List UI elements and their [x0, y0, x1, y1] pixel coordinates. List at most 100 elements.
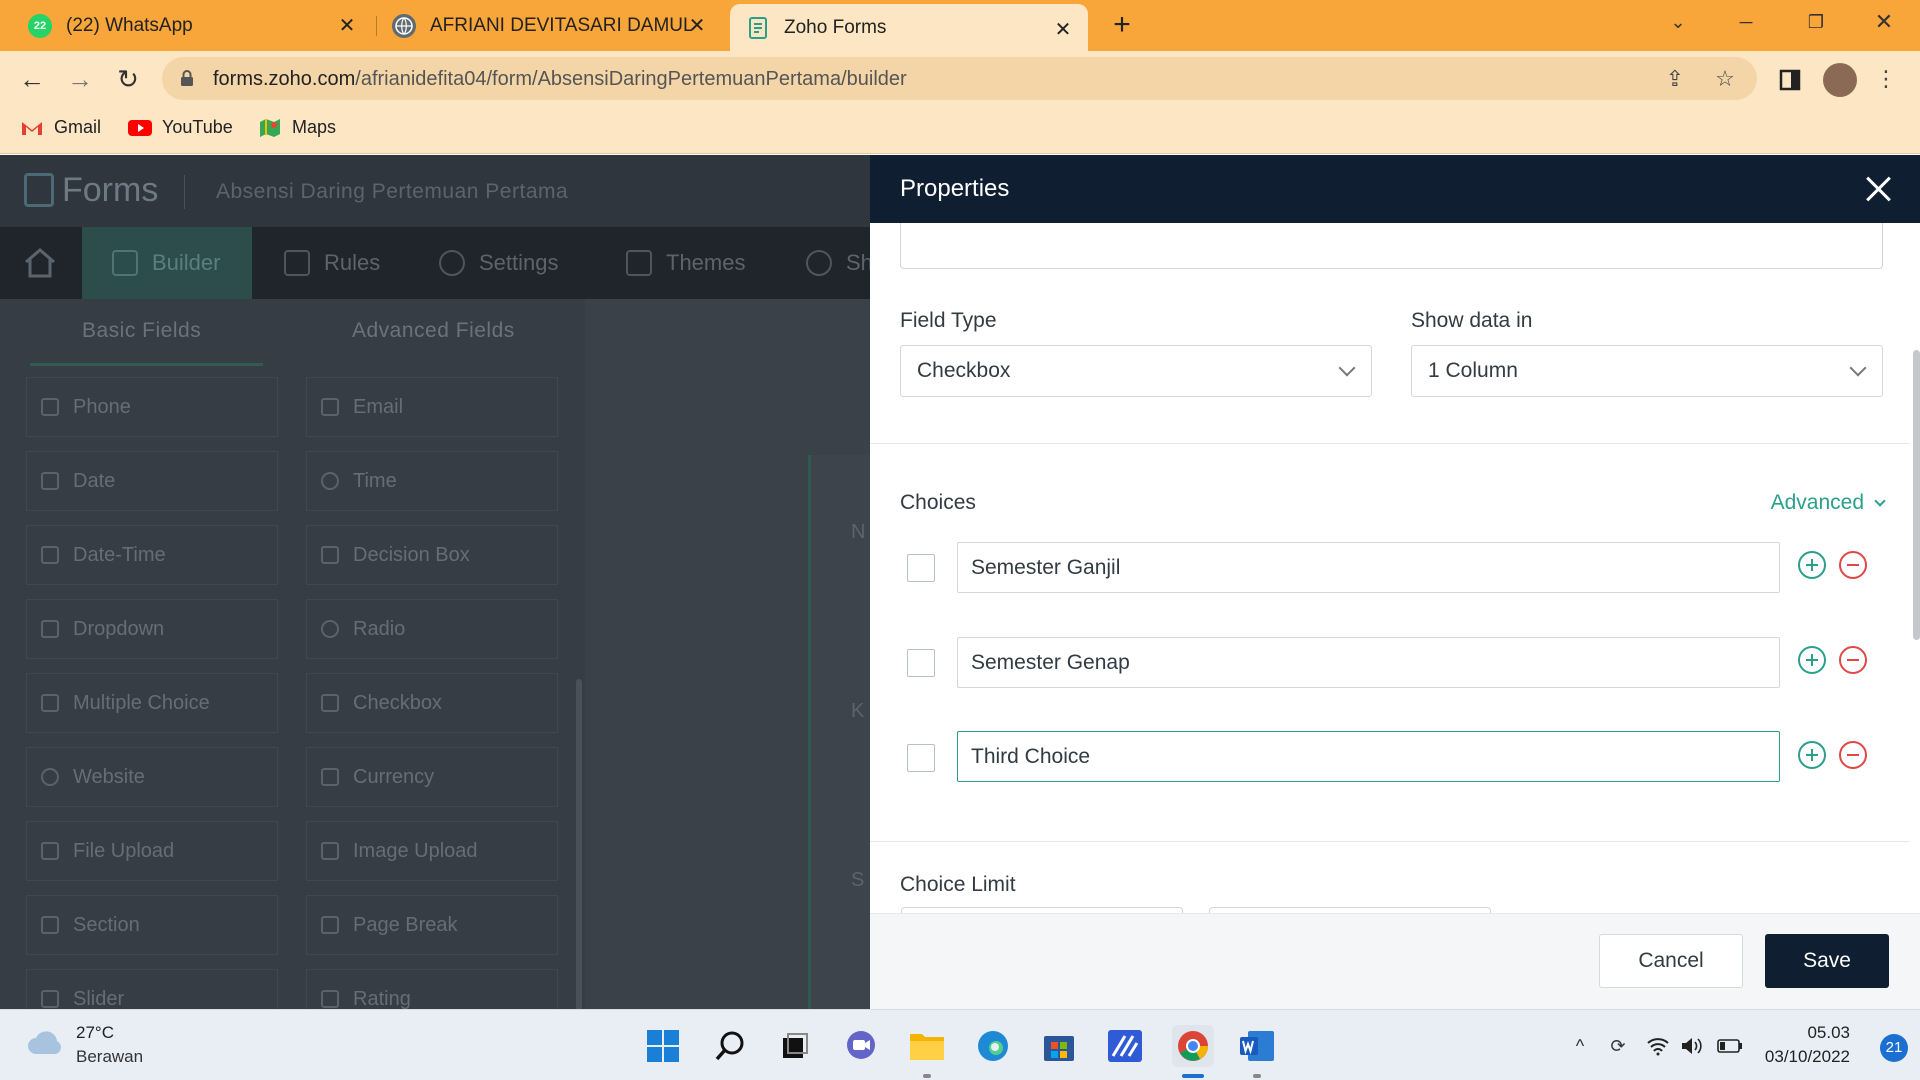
tab-zoho-forms[interactable]: Zoho Forms ✕	[730, 4, 1088, 51]
builder-nav: Builder Rules Settings Themes Sh	[0, 227, 870, 299]
field-decision-box[interactable]: Decision Box	[306, 525, 558, 585]
tab-afriani[interactable]: AFRIANI DEVITASARI DAMULAW ✕	[378, 0, 722, 51]
show-data-label: Show data in	[1411, 309, 1533, 332]
clock-time[interactable]: 05.03	[1807, 1023, 1850, 1043]
bookmark-gmail[interactable]: Gmail	[20, 117, 101, 138]
tab-search-icon[interactable]: ⌄	[1648, 0, 1708, 44]
field-multiple-choice[interactable]: Multiple Choice	[26, 673, 278, 733]
properties-scrollbar[interactable]	[1913, 350, 1920, 640]
choice-input[interactable]: Semester Ganjil	[957, 542, 1780, 593]
field-type-select[interactable]: Checkbox	[900, 345, 1372, 397]
restore-button[interactable]: ❐	[1786, 0, 1846, 44]
choice-input[interactable]: Semester Genap	[957, 637, 1780, 688]
microsoft-store-icon[interactable]	[1040, 1027, 1078, 1065]
close-window-button[interactable]: ✕	[1854, 0, 1914, 44]
bookmark-star-icon[interactable]: ☆	[1712, 66, 1738, 92]
field-image-upload[interactable]: Image Upload	[306, 821, 558, 881]
choice-checkbox[interactable]	[907, 649, 935, 677]
edge-icon[interactable]	[974, 1027, 1012, 1065]
field-file-upload[interactable]: File Upload	[26, 821, 278, 881]
nav-settings[interactable]: Settings	[439, 227, 559, 299]
form-builder-app: Forms Absensi Daring Pertemuan Pertama B…	[0, 155, 870, 1009]
field-page-break[interactable]: Page Break	[306, 895, 558, 955]
nav-builder[interactable]: Builder	[82, 227, 252, 299]
side-panel-icon[interactable]	[1777, 67, 1803, 93]
properties-panel: Properties Field Type Checkbox Show data…	[870, 155, 1920, 1009]
field-checkbox[interactable]: Checkbox	[306, 673, 558, 733]
file-explorer-icon[interactable]	[908, 1027, 946, 1065]
field-radio[interactable]: Radio	[306, 599, 558, 659]
windows-start-icon[interactable]	[644, 1027, 682, 1065]
minimize-button[interactable]: ─	[1716, 0, 1776, 44]
field-rating[interactable]: Rating	[306, 969, 558, 1009]
word-icon[interactable]	[1238, 1027, 1276, 1065]
volume-icon[interactable]	[1678, 1032, 1706, 1060]
sync-icon[interactable]: ⟳	[1604, 1032, 1632, 1060]
chat-icon[interactable]	[842, 1027, 880, 1065]
add-choice-icon[interactable]	[1798, 551, 1826, 579]
field-date-time[interactable]: Date-Time	[26, 525, 278, 585]
close-icon[interactable]	[1862, 173, 1894, 205]
new-tab-button[interactable]: +	[1105, 9, 1139, 43]
chrome-icon[interactable]	[1172, 1025, 1214, 1067]
battery-icon[interactable]	[1716, 1032, 1744, 1060]
back-button[interactable]: ←	[14, 61, 50, 97]
menu-kebab-icon[interactable]: ⋮	[1873, 66, 1899, 92]
share-icon[interactable]: ⇪	[1662, 66, 1688, 92]
add-choice-icon[interactable]	[1798, 646, 1826, 674]
chevron-up-icon[interactable]: ^	[1566, 1032, 1594, 1060]
clock-date[interactable]: 03/10/2022	[1765, 1047, 1850, 1067]
choice-input[interactable]: Third Choice	[957, 731, 1780, 782]
bookmark-youtube[interactable]: YouTube	[128, 117, 233, 138]
calendar-clock-icon	[41, 546, 59, 564]
wifi-icon[interactable]	[1644, 1032, 1672, 1060]
field-section[interactable]: Section	[26, 895, 278, 955]
app-icon[interactable]	[1106, 1027, 1144, 1065]
remove-choice-icon[interactable]	[1839, 646, 1867, 674]
field-time[interactable]: Time	[306, 451, 558, 511]
search-icon[interactable]	[711, 1027, 749, 1065]
choice-checkbox[interactable]	[907, 554, 935, 582]
save-button[interactable]: Save	[1765, 934, 1889, 988]
field-website[interactable]: Website	[26, 747, 278, 807]
tab-advanced-fields[interactable]: Advanced Fields	[352, 319, 515, 343]
field-dropdown[interactable]: Dropdown	[26, 599, 278, 659]
address-bar[interactable]: forms.zoho.com/afrianidefita04/form/Abse…	[162, 57, 1757, 100]
home-button[interactable]	[0, 227, 80, 299]
remove-choice-icon[interactable]	[1839, 741, 1867, 769]
choice-checkbox[interactable]	[907, 744, 935, 772]
cancel-button[interactable]: Cancel	[1599, 934, 1743, 988]
profile-avatar[interactable]	[1823, 63, 1857, 97]
forward-button[interactable]: →	[62, 61, 98, 97]
close-tab-icon[interactable]: ✕	[684, 12, 710, 38]
close-tab-icon[interactable]: ✕	[1050, 16, 1076, 42]
field-currency[interactable]: Currency	[306, 747, 558, 807]
add-choice-icon[interactable]	[1798, 741, 1826, 769]
field-input-partial[interactable]	[900, 223, 1883, 269]
field-phone[interactable]: Phone	[26, 377, 278, 437]
remove-choice-icon[interactable]	[1839, 551, 1867, 579]
nav-rules[interactable]: Rules	[284, 227, 380, 299]
field-date[interactable]: Date	[26, 451, 278, 511]
zoho-forms-icon	[746, 16, 770, 40]
show-data-select[interactable]: 1 Column	[1411, 345, 1883, 397]
nav-themes[interactable]: Themes	[626, 227, 745, 299]
advanced-toggle[interactable]: Advanced	[1771, 491, 1886, 515]
tab-title: Zoho Forms	[784, 16, 887, 38]
chevron-down-icon	[1874, 494, 1886, 507]
tab-basic-fields[interactable]: Basic Fields	[82, 319, 201, 343]
reload-button[interactable]: ↻	[110, 61, 146, 97]
close-tab-icon[interactable]: ✕	[334, 12, 360, 38]
weather-description[interactable]: Berawan	[76, 1047, 143, 1067]
field-email[interactable]: Email	[306, 377, 558, 437]
weather-temperature[interactable]: 27°C	[76, 1023, 114, 1043]
task-view-icon[interactable]	[776, 1027, 814, 1065]
fields-scrollbar[interactable]	[576, 679, 582, 1009]
notification-badge[interactable]: 21	[1880, 1034, 1908, 1062]
multiple-choice-icon	[41, 694, 59, 712]
nav-share[interactable]: Sh	[806, 227, 870, 299]
bookmark-maps[interactable]: Maps	[258, 117, 336, 138]
forms-logo-icon	[24, 173, 54, 207]
field-slider[interactable]: Slider	[26, 969, 278, 1009]
tab-whatsapp[interactable]: 22 (22) WhatsApp ✕	[14, 0, 372, 51]
